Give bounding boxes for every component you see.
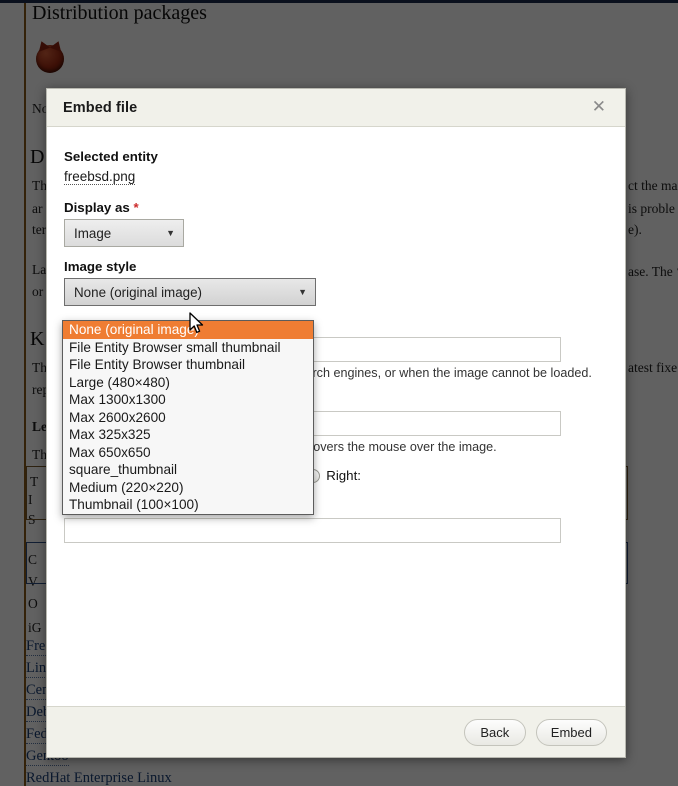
caption-input[interactable] (64, 518, 561, 543)
image-style-option[interactable]: Medium (220×220) (63, 479, 313, 497)
image-style-option[interactable]: Thumbnail (100×100) (63, 496, 313, 514)
selected-entity-label: Selected entity (64, 149, 158, 164)
chevron-down-icon: ▼ (298, 287, 307, 297)
image-style-group: Image style None (original image) ▼ (64, 259, 608, 306)
image-style-option[interactable]: Max 325x325 (63, 426, 313, 444)
image-style-value: None (original image) (74, 284, 203, 300)
image-style-option[interactable]: Max 650x650 (63, 444, 313, 462)
display-as-value: Image (74, 225, 112, 241)
back-button[interactable]: Back (463, 718, 526, 746)
chevron-down-icon: ▼ (166, 228, 175, 238)
display-as-label: Display as * (64, 200, 608, 215)
screen: Distribution packages NoDTharterLaorKThr… (0, 0, 678, 786)
image-style-dropdown-list[interactable]: None (original image) File Entity Browser… (62, 320, 314, 515)
image-style-label: Image style (64, 259, 137, 274)
close-icon[interactable]: ✕ (589, 97, 609, 118)
image-style-option[interactable]: None (original image) (63, 321, 313, 339)
dialog-title: Embed file (63, 99, 138, 116)
display-as-group: Display as * Image ▼ (64, 200, 608, 247)
dialog-footer: Back Embed (47, 706, 625, 757)
image-style-option[interactable]: File Entity Browser thumbnail (63, 356, 313, 374)
image-style-select[interactable]: None (original image) ▼ (64, 278, 316, 306)
selected-entity-link[interactable]: freebsd.png (64, 169, 136, 185)
image-style-option[interactable]: square_thumbnail (63, 461, 313, 479)
display-as-select[interactable]: Image ▼ (64, 219, 184, 247)
selected-entity-group: Selected entity freebsd.png (64, 149, 608, 186)
align-radio-label: Right: (326, 468, 361, 483)
image-style-option[interactable]: Large (480×480) (63, 374, 313, 392)
display-as-label-text: Display as (64, 200, 130, 215)
image-style-option[interactable]: Max 2600x2600 (63, 409, 313, 427)
embed-button[interactable]: Embed (535, 718, 607, 746)
image-style-option[interactable]: Max 1300x1300 (63, 391, 313, 409)
dialog-titlebar: Embed file ✕ (47, 89, 625, 127)
required-marker: * (133, 200, 139, 215)
image-style-option[interactable]: File Entity Browser small thumbnail (63, 339, 313, 357)
